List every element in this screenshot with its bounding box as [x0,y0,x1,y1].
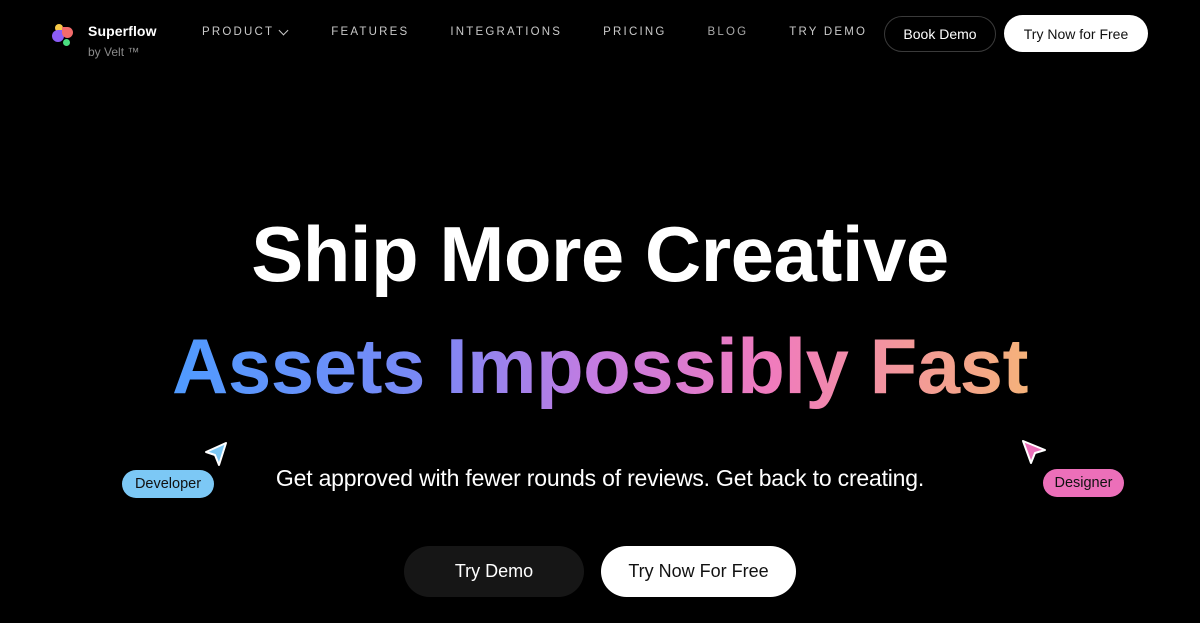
book-demo-button[interactable]: Book Demo [884,16,996,52]
nav-link-blog[interactable]: BLOG [708,26,749,38]
brand-name: Superflow [88,23,157,39]
developer-tag: Developer [122,470,214,498]
hero-headline-line2: Assets Impossibly Fast [0,318,1200,414]
superflow-logo-icon [52,24,74,48]
chevron-down-icon [278,25,289,35]
nav-link-features[interactable]: FEATURES [331,26,409,38]
designer-cursor-icon [1022,440,1046,464]
try-demo-button[interactable]: Try Demo [404,546,584,597]
nav-link-label: PRODUCT [202,26,275,38]
developer-cursor-icon [205,442,227,466]
top-navigation: Superflow by Velt ™ PRODUCT FEATURES INT… [0,0,1200,68]
nav-link-integrations[interactable]: INTEGRATIONS [450,26,562,38]
hero-headline-gradient-text: Assets Impossibly Fast [172,318,1029,414]
designer-tag: Designer [1043,469,1124,497]
logo-petal-green [63,39,70,46]
nav-link-product[interactable]: PRODUCT [202,25,289,38]
hero-headline-line1: Ship More Creative [251,210,949,298]
nav-link-pricing[interactable]: PRICING [603,26,666,38]
logo-petal-red [62,27,73,38]
nav-links: PRODUCT FEATURES INTEGRATIONS PRICING BL… [202,25,867,38]
brand[interactable]: Superflow by Velt ™ [52,22,157,60]
try-now-for-free-button[interactable]: Try Now for Free [1004,15,1148,52]
try-now-free-cta-button[interactable]: Try Now For Free [601,546,796,597]
brand-subtitle: by Velt ™ [88,45,140,59]
nav-link-try-demo[interactable]: TRY DEMO [789,26,867,38]
